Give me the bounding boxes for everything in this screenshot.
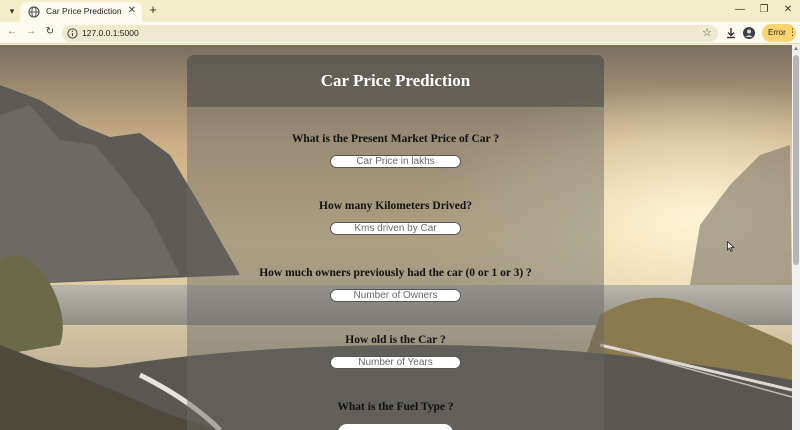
prediction-form-card: Car Price Prediction What is the Present…: [187, 55, 604, 430]
mouse-cursor-icon: [727, 241, 735, 252]
restore-icon[interactable]: ❐: [757, 4, 771, 16]
scroll-up-icon[interactable]: ▲: [793, 46, 799, 53]
car-age-label: How old is the Car ?: [345, 334, 446, 346]
owners-input[interactable]: [330, 289, 461, 302]
error-button[interactable]: Error ⋮: [762, 24, 797, 42]
minimize-icon[interactable]: —: [733, 4, 747, 16]
info-icon[interactable]: [67, 28, 78, 39]
arrow-left-icon[interactable]: ←: [5, 25, 19, 39]
close-icon[interactable]: ✕: [128, 5, 136, 17]
browser-tab[interactable]: Car Price Prediction ✕: [20, 2, 142, 22]
plus-icon: +: [149, 2, 157, 17]
page-viewport: Car Price Prediction What is the Present…: [0, 45, 792, 430]
profile-icon[interactable]: [742, 26, 756, 40]
url-text: 127.0.0.1:5000: [82, 28, 139, 38]
kms-driven-label: How many Kilometers Drived?: [319, 200, 472, 212]
arrow-right-icon[interactable]: →: [24, 25, 38, 39]
reload-icon[interactable]: ↻: [43, 25, 57, 39]
window-close-icon[interactable]: ✕: [781, 4, 795, 16]
present-price-label: What is the Present Market Price of Car …: [291, 133, 500, 145]
card-header: Car Price Prediction: [187, 55, 604, 107]
address-bar[interactable]: 127.0.0.1:5000 ☆: [62, 25, 718, 42]
fuel-type-label: What is the Fuel Type ?: [337, 401, 454, 413]
download-icon[interactable]: [724, 26, 738, 40]
toolbar: ← → ↻ 127.0.0.1:5000 ☆: [0, 22, 800, 44]
chevron-down-icon: ▾: [9, 6, 15, 16]
tab-bar: ▾ Car Price Prediction ✕ + — ❐ ✕: [0, 0, 800, 22]
car-age-input[interactable]: [330, 356, 461, 369]
tab-search-button[interactable]: ▾: [4, 3, 20, 19]
tab-title: Car Price Prediction: [46, 6, 122, 16]
kms-driven-input[interactable]: [330, 222, 461, 235]
star-icon[interactable]: ☆: [702, 26, 712, 40]
kebab-menu-icon: ⋮: [788, 27, 797, 37]
globe-icon: [28, 6, 40, 18]
vertical-scrollbar[interactable]: ▲: [792, 45, 800, 430]
scrollbar-thumb[interactable]: [793, 55, 799, 265]
error-label: Error: [768, 28, 786, 37]
page-title: Car Price Prediction: [320, 71, 471, 90]
new-tab-button[interactable]: +: [146, 3, 160, 17]
present-price-input[interactable]: [330, 155, 461, 168]
fuel-type-select[interactable]: [338, 424, 453, 430]
owners-label: How much owners previously had the car (…: [259, 267, 532, 279]
